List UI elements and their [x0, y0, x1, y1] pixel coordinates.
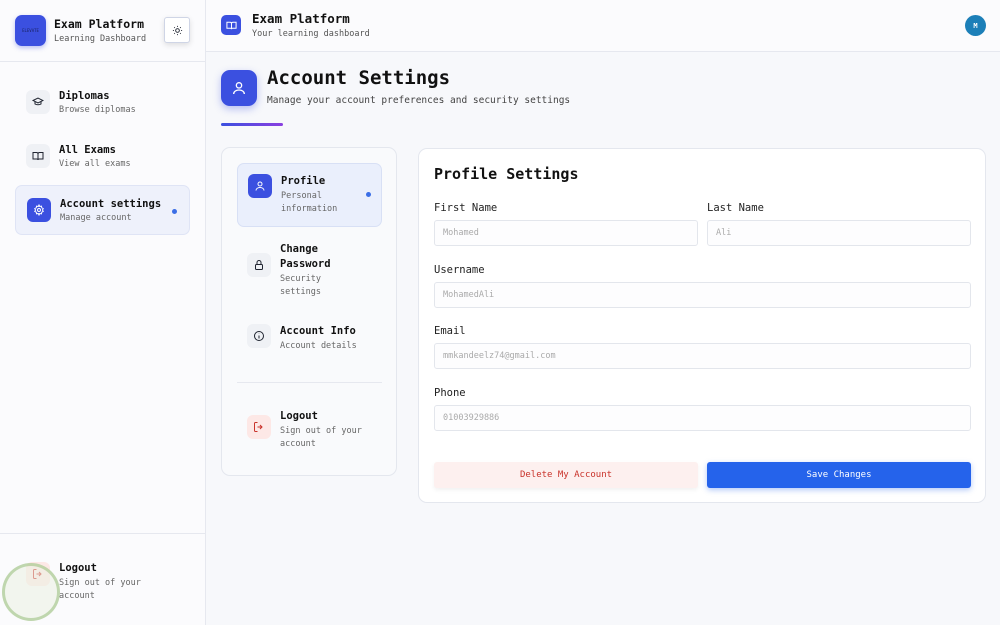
- logout-label: Logout: [59, 562, 97, 574]
- top-bar: Exam Platform Your learning dashboard M: [206, 0, 1000, 52]
- settings-menu-change-password[interactable]: Change Password Security settings: [237, 232, 382, 309]
- menu-divider: [237, 382, 382, 383]
- menu-item-sub: Security settings: [280, 274, 321, 297]
- menu-item-label: Account Info: [280, 325, 356, 337]
- email-label: Email: [434, 325, 466, 337]
- sidebar-item-all-exams[interactable]: All Exams View all exams: [15, 131, 190, 181]
- sidebar-item-label: Diplomas: [59, 89, 110, 102]
- brand-subtitle: Learning Dashboard: [54, 34, 147, 44]
- info-icon: [247, 324, 271, 348]
- sidebar-item-label: All Exams: [59, 143, 116, 156]
- sidebar-item-label: Account settings: [60, 197, 162, 210]
- user-icon: [221, 70, 257, 106]
- menu-item-label: Profile: [281, 175, 326, 187]
- settings-menu-logout[interactable]: Logout Sign out of your account: [237, 399, 382, 461]
- logout-sub: Sign out of your account: [59, 578, 141, 601]
- sidebar: ELEVATE Exam Platform Learning Dashboard…: [0, 0, 206, 625]
- profile-settings-card: Profile Settings First Name Last Name Us…: [418, 148, 986, 503]
- logout-icon: [247, 415, 271, 439]
- phone-label: Phone: [434, 387, 466, 399]
- last-name-label: Last Name: [707, 202, 764, 214]
- active-indicator-dot: [366, 192, 371, 197]
- lock-icon: [247, 253, 271, 277]
- user-icon: [248, 174, 272, 198]
- active-indicator-dot: [172, 209, 177, 214]
- sidebar-item-diplomas[interactable]: Diplomas Browse diplomas: [15, 77, 190, 127]
- settings-menu-account-info[interactable]: Account Info Account details: [237, 314, 382, 363]
- watermark-seal: [2, 563, 60, 621]
- first-name-label: First Name: [434, 202, 498, 214]
- menu-item-label: Logout: [280, 410, 318, 422]
- theme-toggle-button[interactable]: [164, 17, 190, 43]
- book-open-icon: [221, 15, 241, 35]
- phone-field[interactable]: [434, 405, 971, 431]
- logo-text: ELEVATE: [22, 28, 39, 33]
- delete-account-button[interactable]: Delete My Account: [434, 462, 698, 488]
- settings-menu: Profile Personal information Change Pass…: [221, 147, 397, 476]
- sun-icon: [172, 25, 182, 35]
- sidebar-item-sub: Manage account: [60, 212, 132, 223]
- sidebar-item-account-settings[interactable]: Account settings Manage account: [15, 185, 190, 235]
- username-label: Username: [434, 264, 485, 276]
- topbar-title: Exam Platform: [252, 11, 350, 26]
- graduation-cap-icon: [26, 90, 50, 114]
- menu-item-sub: Sign out of your account: [280, 426, 362, 449]
- page-subtitle: Manage your account preferences and secu…: [267, 95, 571, 106]
- form-title: Profile Settings: [434, 165, 579, 183]
- title-underline: [221, 123, 283, 126]
- first-name-field[interactable]: [434, 220, 698, 246]
- save-changes-button[interactable]: Save Changes: [707, 462, 971, 488]
- book-icon: [26, 144, 50, 168]
- last-name-field[interactable]: [707, 220, 971, 246]
- sidebar-item-sub: Browse diplomas: [59, 104, 136, 115]
- username-field[interactable]: [434, 282, 971, 308]
- user-avatar[interactable]: M: [965, 15, 986, 36]
- settings-menu-profile[interactable]: Profile Personal information: [237, 163, 382, 227]
- menu-item-sub: Personal information: [281, 191, 338, 214]
- menu-item-sub: Account details: [280, 341, 357, 351]
- brand: Exam Platform Learning Dashboard: [54, 17, 146, 44]
- sidebar-item-sub: View all exams: [59, 158, 131, 169]
- brand-title: Exam Platform: [54, 17, 145, 31]
- gear-icon: [27, 198, 51, 222]
- email-field[interactable]: [434, 343, 971, 369]
- menu-item-label: Change Password: [280, 243, 331, 270]
- page-title: Account Settings: [267, 67, 451, 89]
- app-logo: ELEVATE: [15, 15, 46, 46]
- topbar-subtitle: Your learning dashboard: [252, 29, 370, 39]
